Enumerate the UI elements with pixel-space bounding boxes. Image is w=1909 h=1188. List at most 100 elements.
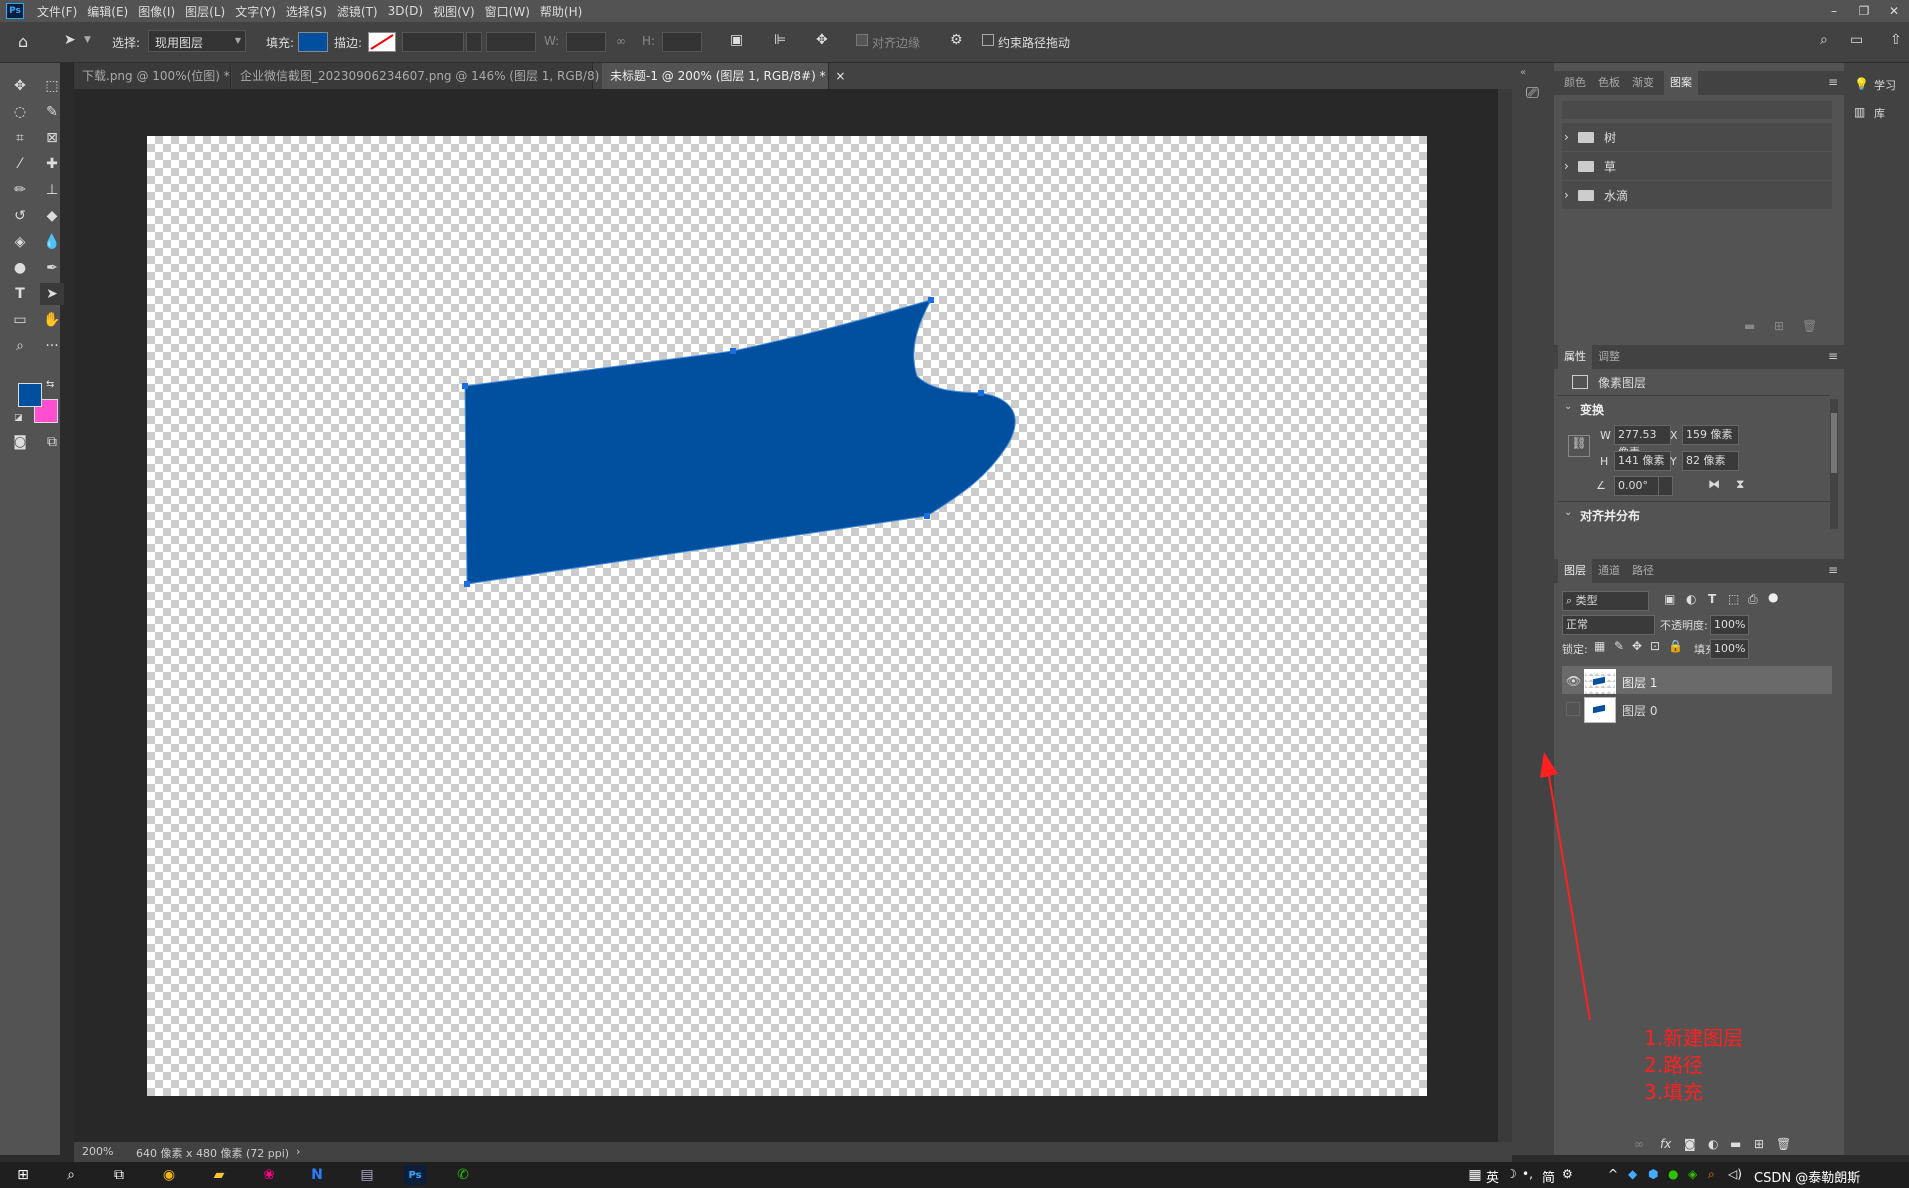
panel-menu-icon[interactable]: ≡: [1828, 563, 1838, 577]
filter-smart-object-icon[interactable]: ⎙: [1748, 592, 1758, 607]
swap-colors-icon[interactable]: ⇆: [46, 379, 54, 390]
tab-paths[interactable]: 路径: [1626, 559, 1660, 583]
screen-mode-icon[interactable]: ⧉: [40, 431, 64, 453]
ime-language[interactable]: 英: [1486, 1167, 1499, 1186]
lock-transparent-icon[interactable]: ▦: [1594, 639, 1605, 653]
properties-scrollbar[interactable]: [1830, 399, 1838, 529]
punctuation-icon[interactable]: •,: [1522, 1167, 1533, 1181]
close-icon[interactable]: ✕: [1879, 4, 1909, 18]
tab-channels[interactable]: 通道: [1592, 559, 1626, 583]
tab-layers[interactable]: 图层: [1558, 559, 1592, 583]
y-input[interactable]: 82 像素: [1682, 451, 1739, 471]
path-selection-tool-icon[interactable]: ➤: [64, 32, 76, 48]
pattern-group-tree[interactable]: › 树: [1562, 123, 1832, 151]
blur-tool-icon[interactable]: 💧: [40, 231, 64, 253]
select-dropdown[interactable]: 现用图层 ▼: [148, 30, 246, 52]
tray-app-icon[interactable]: ⬢: [1648, 1167, 1658, 1181]
tray-search-icon[interactable]: ⌕: [1708, 1167, 1715, 1182]
menu-type[interactable]: 文字(Y): [230, 3, 281, 20]
move-tool-icon[interactable]: ✥: [8, 75, 32, 97]
gear-icon[interactable]: ⚙: [1562, 1167, 1573, 1181]
path-arrangement-icon[interactable]: ✥: [816, 32, 828, 48]
menu-window[interactable]: 窗口(W): [480, 3, 535, 20]
new-group-icon[interactable]: ▬: [1730, 1137, 1741, 1151]
close-icon[interactable]: ×: [835, 69, 845, 83]
menu-help[interactable]: 帮助(H): [535, 3, 587, 20]
stroke-type-dropdown[interactable]: [486, 32, 536, 52]
tray-wechat-icon[interactable]: ●: [1668, 1167, 1678, 1181]
filter-pixel-icon[interactable]: ▣: [1664, 592, 1675, 606]
chevron-right-icon[interactable]: ›: [1564, 130, 1569, 144]
tab-wechat-screenshot[interactable]: 企业微信截图_20230906234607.png @ 146% (图层 1, …: [232, 63, 619, 89]
moon-icon[interactable]: ☽: [1506, 1167, 1517, 1181]
marquee-tool-icon[interactable]: ⬚: [40, 75, 64, 97]
add-mask-icon[interactable]: ◙: [1684, 1137, 1696, 1151]
visibility-toggle[interactable]: [1566, 702, 1580, 716]
stamp-tool-icon[interactable]: ⊥: [40, 179, 64, 201]
fill-input[interactable]: 100%: [1710, 639, 1749, 659]
crop-tool-icon[interactable]: ⌗: [8, 127, 32, 149]
quick-select-tool-icon[interactable]: ✎: [40, 101, 64, 123]
file-explorer-icon[interactable]: ▰: [208, 1165, 230, 1185]
brush-tool-icon[interactable]: ✏: [8, 179, 32, 201]
zoom-tool-icon[interactable]: ⌕: [8, 335, 32, 357]
photoshop-taskbar-icon[interactable]: Ps: [404, 1165, 426, 1185]
eyedropper-tool-icon[interactable]: ⁄: [8, 153, 32, 175]
zoom-level[interactable]: 200%: [82, 1145, 113, 1158]
anchor-point[interactable]: [462, 383, 468, 389]
filter-shape-icon[interactable]: ⬚: [1728, 592, 1739, 606]
pen-tool-icon[interactable]: ✒: [40, 257, 64, 279]
stroke-width-dropdown[interactable]: [466, 32, 482, 52]
chevron-right-icon[interactable]: ›: [1564, 159, 1569, 173]
document-canvas[interactable]: [147, 136, 1427, 1096]
share-icon[interactable]: ⇧: [1890, 32, 1902, 48]
flip-vertical-icon[interactable]: ⧗: [1736, 477, 1744, 492]
tab-untitled-1[interactable]: 未标题-1 @ 200% (图层 1, RGB/8#) * ×: [602, 63, 845, 89]
link-layers-icon[interactable]: ∞: [1634, 1137, 1644, 1151]
height-input[interactable]: 141 像素: [1614, 451, 1671, 471]
windows-start-icon[interactable]: ⊞: [12, 1165, 34, 1185]
chevron-down-icon[interactable]: ▼: [84, 35, 91, 45]
menu-filter[interactable]: 滤镜(T): [332, 3, 383, 20]
tab-gradients[interactable]: 渐变: [1626, 71, 1660, 95]
menu-view[interactable]: 视图(V): [428, 3, 480, 20]
anchor-point[interactable]: [730, 348, 736, 354]
lock-artboard-icon[interactable]: ⊡: [1650, 639, 1660, 653]
anchor-point[interactable]: [978, 390, 984, 396]
tab-swatches[interactable]: 色板: [1592, 71, 1626, 95]
wechat-icon[interactable]: ✆: [452, 1165, 474, 1185]
panel-menu-icon[interactable]: ≡: [1828, 349, 1838, 363]
type-tool-icon[interactable]: T: [8, 283, 32, 305]
tray-shield-icon[interactable]: ◈: [1688, 1167, 1697, 1181]
layer-row-layer-0[interactable]: 图层 0: [1562, 694, 1832, 726]
library-icon[interactable]: ▥: [1854, 105, 1865, 119]
collapse-icon[interactable]: «: [1520, 67, 1526, 78]
image-viewer-icon[interactable]: ▤: [356, 1165, 378, 1185]
lock-position-icon[interactable]: ✥: [1632, 639, 1642, 653]
rectangle-tool-icon[interactable]: ▭: [8, 309, 32, 331]
angle-input[interactable]: 0.00°: [1614, 476, 1659, 496]
link-dimensions-icon[interactable]: ⛓: [1568, 435, 1590, 457]
trash-icon[interactable]: 🗑: [1802, 319, 1817, 333]
minimize-icon[interactable]: –: [1819, 4, 1849, 18]
chevron-right-icon[interactable]: ›: [1564, 188, 1569, 202]
anchor-point[interactable]: [928, 297, 934, 303]
path-alignment-icon[interactable]: ⊫: [774, 32, 786, 48]
menu-layer[interactable]: 图层(L): [180, 3, 230, 20]
pattern-group-grass[interactable]: › 草: [1562, 152, 1832, 180]
vertical-scrollbar[interactable]: [1498, 89, 1512, 1142]
tab-properties[interactable]: 属性: [1558, 345, 1592, 369]
stroke-none-swatch[interactable]: [368, 32, 396, 52]
width-field[interactable]: [566, 32, 606, 52]
tray-app-icon[interactable]: ◆: [1628, 1167, 1637, 1181]
tab-patterns[interactable]: 图案: [1664, 71, 1698, 95]
workspace-icon[interactable]: ▭: [1850, 32, 1863, 48]
align-edges-checkbox[interactable]: [856, 34, 868, 46]
opacity-input[interactable]: 100%: [1710, 615, 1749, 635]
blend-mode-dropdown[interactable]: 正常: [1562, 615, 1655, 635]
gear-icon[interactable]: ⚙: [950, 32, 963, 48]
chevron-up-icon[interactable]: ^: [1608, 1167, 1618, 1181]
note-app-icon[interactable]: N: [306, 1165, 328, 1185]
height-field[interactable]: [662, 32, 702, 52]
fill-color-swatch[interactable]: [298, 32, 328, 52]
